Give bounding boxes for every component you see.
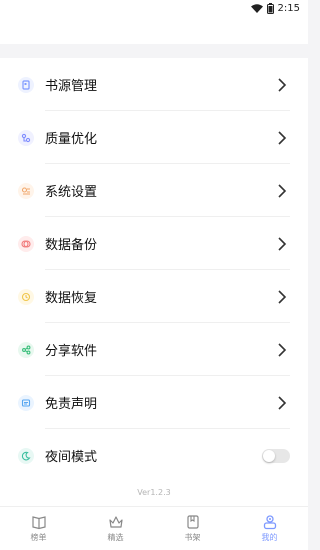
book-source-icon [18, 76, 34, 93]
ranking-book-icon [31, 516, 46, 530]
restore-icon [18, 288, 34, 305]
share-icon [18, 341, 34, 358]
status-time: 2:15 [277, 3, 300, 14]
menu-item-label: 系统设置 [45, 185, 98, 200]
menu-item-label: 夜间模式 [45, 450, 98, 465]
toggle-knob [263, 449, 275, 462]
quality-icon [18, 129, 34, 146]
status-bar: 2:15 [0, 0, 308, 22]
night-mode-icon [18, 447, 34, 464]
wifi-icon [250, 3, 263, 13]
chevron-right-icon [278, 289, 287, 304]
tab-mine[interactable]: 我的 [231, 507, 308, 550]
tab-featured[interactable]: 精选 [77, 507, 154, 550]
menu-item-label: 质量优化 [45, 132, 98, 147]
chevron-right-icon [278, 183, 287, 198]
menu-item-label: 书源管理 [45, 79, 98, 94]
settings-icon [18, 182, 34, 199]
menu-item-settings[interactable]: 系统设置 [0, 164, 308, 217]
header [0, 22, 308, 44]
bottom-tab-bar: 榜单 精选 书架 我的 [0, 506, 308, 550]
version-text: Ver1.2.3 [137, 488, 171, 497]
disclaimer-icon [18, 394, 34, 411]
backup-icon [18, 235, 34, 252]
chevron-right-icon [278, 130, 287, 145]
menu-item-quality[interactable]: 质量优化 [0, 111, 308, 164]
chevron-right-icon [278, 236, 287, 251]
night-mode-toggle[interactable] [262, 448, 290, 463]
menu-item-label: 数据备份 [45, 238, 98, 253]
menu-item-share[interactable]: 分享软件 [0, 323, 308, 376]
tab-label: 精选 [107, 533, 124, 542]
chevron-right-icon [278, 342, 287, 357]
menu-item-restore[interactable]: 数据恢复 [0, 270, 308, 323]
battery-icon [266, 3, 274, 14]
tab-label: 榜单 [30, 533, 47, 542]
menu-item-label: 免责声明 [45, 397, 98, 412]
bookshelf-icon [186, 515, 199, 529]
menu-list: 书源管理 质量优化 系统设置 数据备份 数据恢复 分享软件 免责声明 夜间模式 [0, 58, 308, 506]
tab-bookshelf[interactable]: 书架 [154, 507, 231, 550]
menu-item-book-source[interactable]: 书源管理 [0, 58, 308, 111]
menu-item-backup[interactable]: 数据备份 [0, 217, 308, 270]
menu-item-label: 分享软件 [45, 344, 98, 359]
tab-label: 书架 [184, 533, 201, 542]
menu-item-night-mode: 夜间模式 [0, 429, 308, 482]
chevron-right-icon [278, 395, 287, 410]
menu-item-label: 数据恢复 [45, 291, 98, 306]
profile-icon [263, 515, 276, 530]
menu-item-disclaimer[interactable]: 免责声明 [0, 376, 308, 429]
tab-label: 我的 [261, 533, 278, 542]
crown-icon [108, 516, 123, 528]
chevron-right-icon [278, 77, 287, 92]
tab-ranking[interactable]: 榜单 [0, 507, 77, 550]
